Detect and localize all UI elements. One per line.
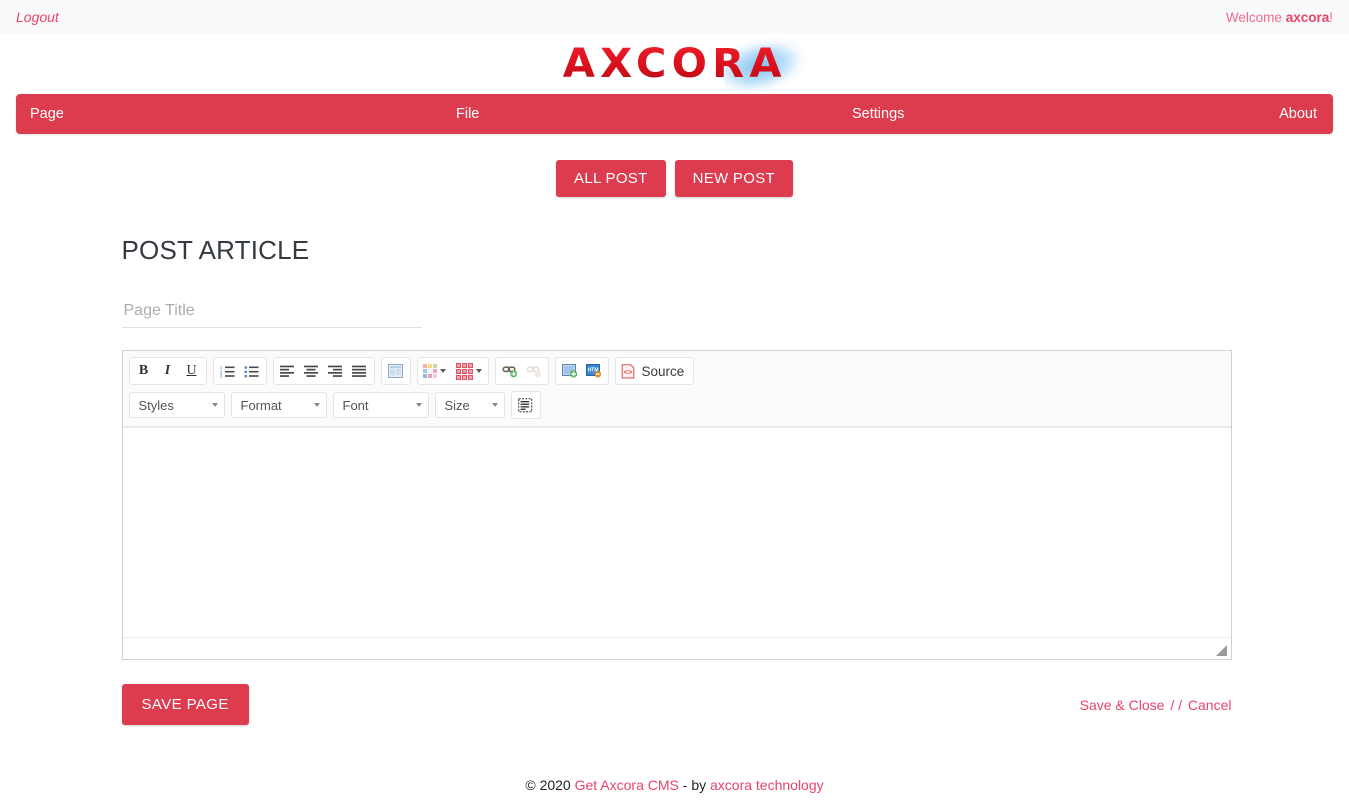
align-right-icon[interactable] [324,360,348,382]
page-title-input[interactable] [122,298,422,328]
save-links: Save & Close / / Cancel [1080,697,1232,713]
chevron-down-icon [440,369,446,373]
save-links-separator: / / [1170,697,1182,713]
chevron-down-icon [314,403,320,407]
basic-styles-group: B I U [129,357,207,385]
new-post-button[interactable]: NEW POST [675,160,793,197]
iframe-icon[interactable]: HTM [582,360,606,382]
footer-cms-link[interactable]: Get Axcora CMS [575,777,679,793]
image-icon[interactable] [558,360,582,382]
page-title: POST ARTICLE [122,235,1230,266]
show-blocks-icon[interactable] [514,394,538,416]
logo-band: AXCORA [0,34,1349,94]
nav-item-about[interactable]: About [1279,106,1317,122]
align-justify-icon[interactable] [348,360,372,382]
footer-by-text: - by [679,777,710,793]
editor-status-bar [123,637,1231,659]
styles-combo-label: Styles [139,398,174,413]
post-actions-row: ALL POST NEW POST [0,160,1349,197]
format-combo[interactable]: Format [231,392,327,418]
unlink-icon [522,360,546,382]
links-group [495,357,549,385]
logout-link[interactable]: Logout [16,9,59,25]
cancel-link[interactable]: Cancel [1188,697,1232,713]
show-blocks-group [511,391,541,419]
chevron-down-icon [416,403,422,407]
logo-text: AXCORA [562,41,786,87]
editor-toolbar-row-2: Styles Format Font Size [127,390,1227,420]
all-post-button[interactable]: ALL POST [556,160,666,197]
link-icon[interactable] [498,360,522,382]
chevron-down-icon [492,403,498,407]
brand-logo[interactable]: AXCORA [515,41,835,87]
nav-item-settings[interactable]: Settings [852,106,904,122]
table-icon[interactable] [453,360,486,382]
format-combo-label: Format [241,398,282,413]
editor-resize-grip[interactable] [1216,645,1227,656]
list-group: 123 [213,357,267,385]
insert-group: HTM [555,357,609,385]
save-actions-row: SAVE PAGE Save & Close / / Cancel [122,684,1232,725]
underline-icon[interactable]: U [180,360,204,382]
source-button[interactable]: <> Source [618,360,692,382]
templates-group [381,357,411,385]
alignment-group [273,357,375,385]
font-combo[interactable]: Font [333,392,429,418]
source-group: <> Source [615,357,695,385]
save-page-button[interactable]: SAVE PAGE [122,684,249,725]
welcome-prefix: Welcome [1226,10,1286,25]
nav-item-page[interactable]: Page [30,106,64,122]
chevron-down-icon [476,369,482,373]
colors-group [417,357,489,385]
main-container: POST ARTICLE B I U [120,235,1230,793]
align-left-icon[interactable] [276,360,300,382]
chevron-down-icon [212,403,218,407]
navbar-wrapper: Page File Settings About [0,94,1349,134]
source-label: Source [642,364,685,379]
nav-item-file[interactable]: File [456,106,479,122]
numbered-list-icon[interactable]: 123 [216,360,240,382]
save-and-close-link[interactable]: Save & Close [1080,697,1165,713]
main-navbar: Page File Settings About [16,94,1333,134]
text-color-icon[interactable] [420,360,453,382]
bulleted-list-icon[interactable] [240,360,264,382]
top-utility-bar: Logout Welcome axcora! [0,0,1349,34]
size-combo-label: Size [445,398,470,413]
italic-icon[interactable]: I [156,360,180,382]
font-combo-label: Font [343,398,369,413]
bold-icon[interactable]: B [132,360,156,382]
welcome-suffix: ! [1329,10,1333,25]
styles-combo[interactable]: Styles [129,392,225,418]
svg-text:3: 3 [220,374,223,378]
size-combo[interactable]: Size [435,392,505,418]
page-footer: © 2020 Get Axcora CMS - by axcora techno… [120,777,1230,793]
templates-icon[interactable] [384,360,408,382]
welcome-message: Welcome axcora! [1226,10,1333,25]
footer-company-link[interactable]: axcora technology [710,777,824,793]
svg-text:<>: <> [623,369,632,377]
rich-text-editor: B I U 123 [122,350,1232,660]
align-center-icon[interactable] [300,360,324,382]
editor-toolbar: B I U 123 [123,351,1231,427]
footer-copyright: © 2020 [525,777,574,793]
welcome-username: axcora [1286,10,1330,25]
editor-toolbar-row-1: B I U 123 [127,356,1227,386]
editor-content-area[interactable] [123,427,1231,637]
